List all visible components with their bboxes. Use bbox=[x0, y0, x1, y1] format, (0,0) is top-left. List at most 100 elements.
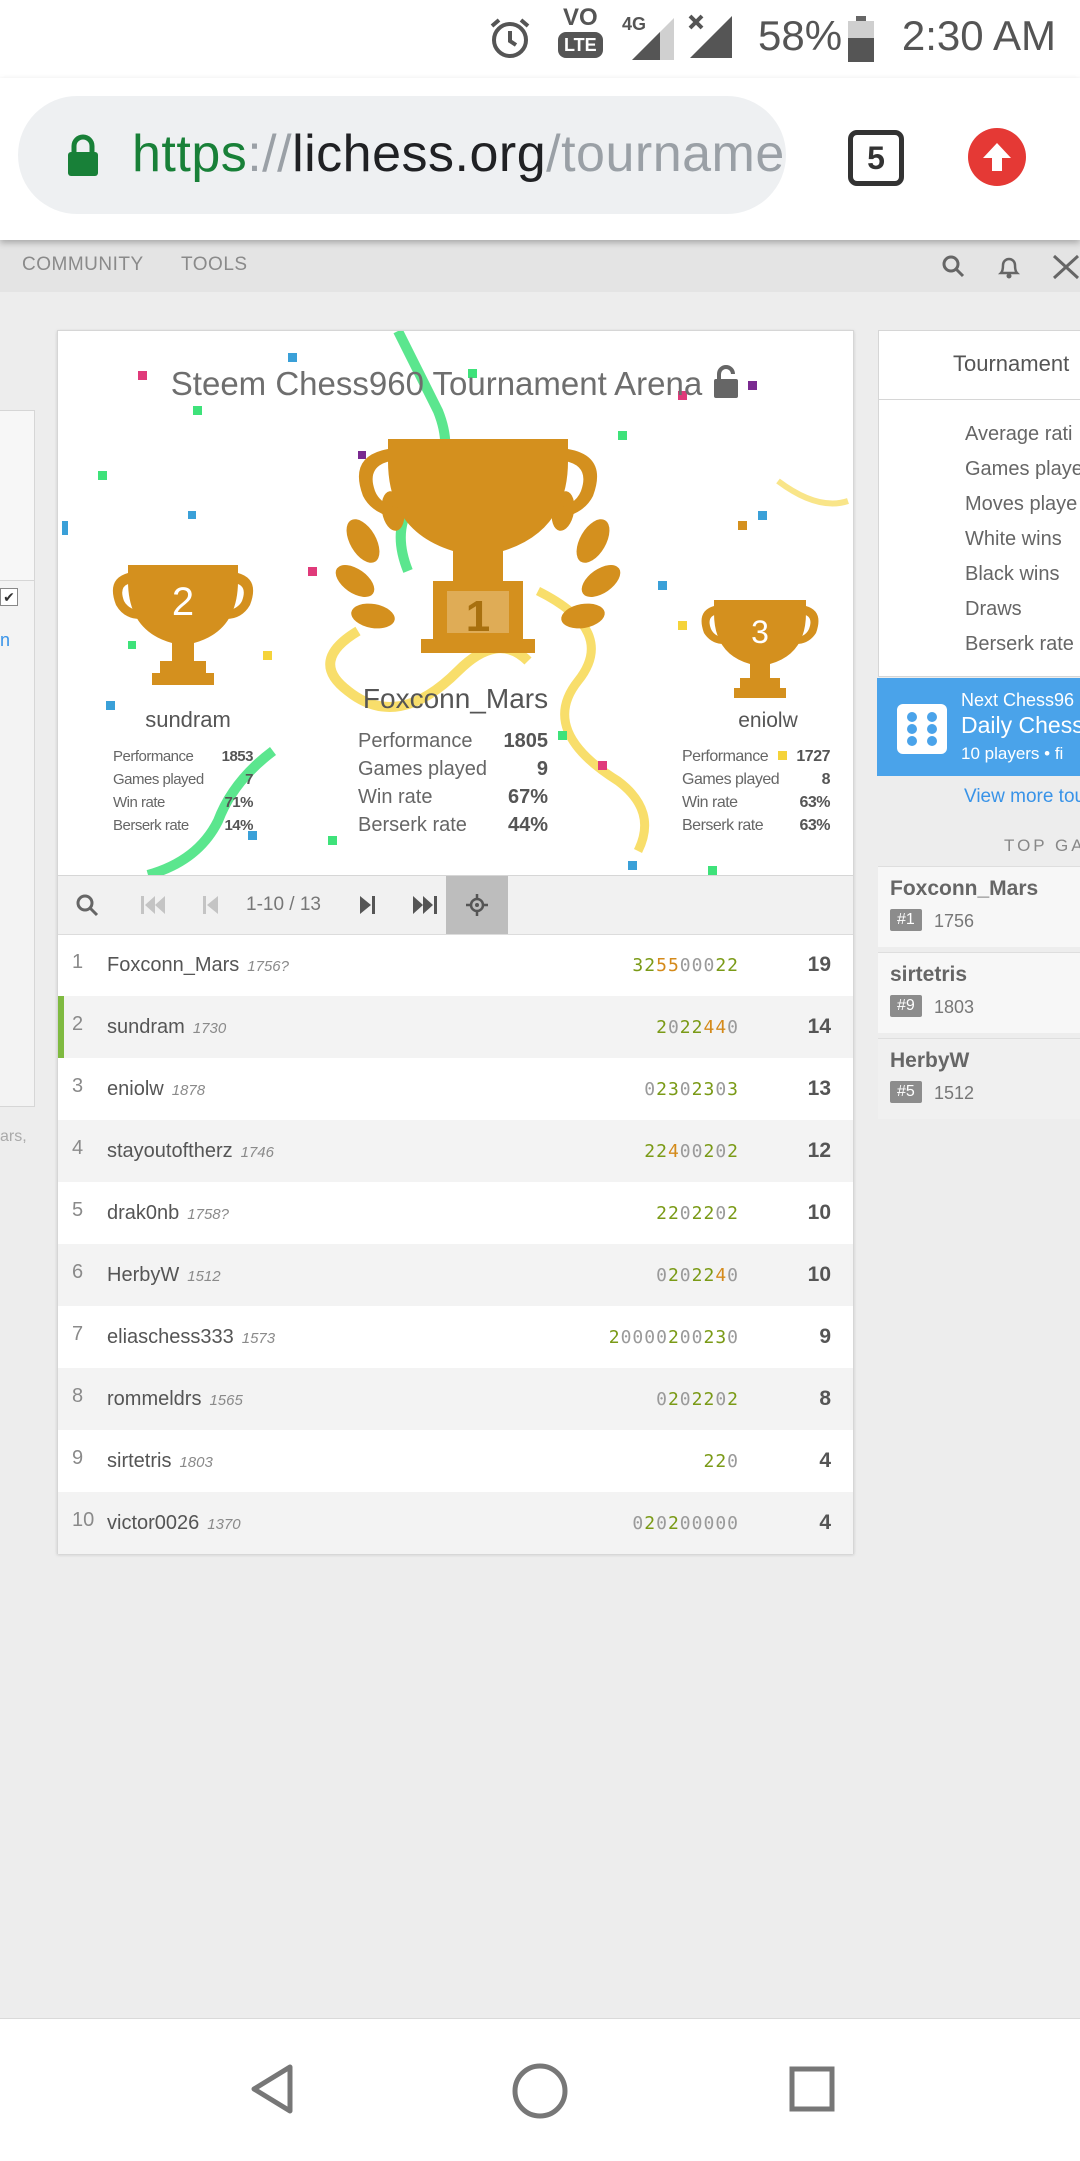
top-game-card[interactable]: Foxconn_Mars #1 1756 bbox=[878, 866, 1080, 947]
jump-to-me-button[interactable] bbox=[446, 876, 508, 934]
table-row[interactable]: 8 rommeldrs 1565 0202202 8 bbox=[58, 1368, 853, 1430]
bell-icon[interactable] bbox=[996, 254, 1022, 280]
podium-first-stats: Performance 1805 Games played 9 Win rate 67… bbox=[358, 730, 548, 836]
battery-percent: 58% bbox=[758, 12, 843, 59]
search-icon[interactable] bbox=[941, 254, 965, 278]
stat-black-wins: Black wins bbox=[965, 563, 1060, 585]
player-name[interactable]: sundram 1730 bbox=[107, 1016, 226, 1039]
player-name[interactable]: rommeldrs 1565 bbox=[107, 1388, 243, 1411]
last-page-button[interactable] bbox=[394, 876, 452, 934]
score-sheet: 020200000 bbox=[632, 1513, 739, 1534]
score-digit: 2 bbox=[691, 1017, 704, 1038]
top-game-card[interactable]: sirtetris #9 1803 bbox=[878, 952, 1080, 1033]
table-row[interactable]: 9 sirtetris 1803 220 4 bbox=[58, 1430, 853, 1492]
previous-page-button[interactable] bbox=[182, 876, 240, 934]
unlocked-icon bbox=[714, 365, 739, 398]
next-page-button[interactable] bbox=[338, 876, 396, 934]
score-digit: 0 bbox=[715, 1389, 728, 1410]
score-digit: 2 bbox=[667, 1265, 680, 1286]
row-rank: 1 bbox=[72, 951, 84, 973]
score-digit: 2 bbox=[691, 1389, 704, 1410]
nav-community[interactable]: COMMUNITY bbox=[22, 254, 144, 276]
nav-tools[interactable]: TOOLS bbox=[181, 254, 248, 276]
score-digit: 0 bbox=[656, 1265, 668, 1286]
score-digit: 0 bbox=[691, 1327, 704, 1348]
player-name[interactable]: victor0026 1370 bbox=[107, 1512, 241, 1535]
table-row[interactable]: 4 stayoutoftherz 1746 22400202 12 bbox=[58, 1120, 853, 1182]
score-digit: 3 bbox=[632, 955, 645, 976]
row-total: 14 bbox=[807, 1015, 831, 1038]
score-digit: 2 bbox=[644, 955, 657, 976]
podium-third-name[interactable]: eniolw bbox=[698, 709, 838, 733]
score-digit: 2 bbox=[667, 1389, 680, 1410]
podium: Steem Chess960 Tournament Arena 1 Foxcon… bbox=[58, 331, 853, 875]
search-standings-button[interactable] bbox=[58, 876, 116, 934]
player-name[interactable]: drak0nb 1758? bbox=[107, 1202, 229, 1225]
stat-average-rating: Average rati bbox=[965, 423, 1073, 445]
score-digit: 2 bbox=[644, 1513, 657, 1534]
stat-draws: Draws bbox=[965, 598, 1022, 620]
back-icon[interactable] bbox=[246, 2061, 298, 2117]
site-nav: COMMUNITY TOOLS bbox=[0, 240, 1080, 292]
player-name[interactable]: Foxconn_Mars 1756? bbox=[107, 954, 289, 977]
stat-white-wins: White wins bbox=[965, 528, 1062, 550]
podium-second-name[interactable]: sundram bbox=[98, 707, 278, 733]
swords-icon[interactable] bbox=[1052, 254, 1080, 280]
left-checkbox[interactable]: ✔ bbox=[0, 588, 18, 606]
score-digit: 0 bbox=[632, 1327, 645, 1348]
chess960-dice-icon bbox=[897, 704, 947, 754]
score-digit: 0 bbox=[715, 1513, 728, 1534]
recents-icon[interactable] bbox=[786, 2061, 838, 2117]
row-total: 8 bbox=[819, 1387, 831, 1410]
score-digit: 0 bbox=[679, 1203, 692, 1224]
left-panel-lower bbox=[0, 580, 35, 1107]
table-row[interactable]: 1 Foxconn_Mars 1756? 325500022 19 bbox=[58, 934, 853, 996]
search-icon bbox=[76, 894, 99, 917]
first-page-button[interactable] bbox=[122, 876, 180, 934]
player-name[interactable]: eniolw 1878 bbox=[107, 1078, 205, 1101]
table-row[interactable]: 2 sundram 1730 2022440 14 bbox=[58, 996, 853, 1058]
trophy-third-icon: 3 bbox=[701, 600, 819, 698]
view-more-tournaments-link[interactable]: View more tou bbox=[964, 786, 1080, 808]
table-row[interactable]: 6 HerbyW 1512 0202240 10 bbox=[58, 1244, 853, 1306]
score-digit: 0 bbox=[727, 1513, 739, 1534]
podium-first-name[interactable]: Foxconn_Mars bbox=[298, 683, 613, 715]
score-digit: 0 bbox=[679, 1513, 692, 1534]
player-name[interactable]: HerbyW 1512 bbox=[107, 1264, 221, 1287]
stat-berserk-rate: Berserk rate bbox=[965, 633, 1074, 655]
score-digit: 2 bbox=[715, 955, 728, 976]
table-row[interactable]: 10 victor0026 1370 020200000 4 bbox=[58, 1492, 853, 1554]
table-row[interactable]: 3 eniolw 1878 02302303 13 bbox=[58, 1058, 853, 1120]
url-bar[interactable]: https://lichess.org/tournamen bbox=[18, 96, 786, 214]
score-digit: 2 bbox=[667, 1203, 680, 1224]
tab-switcher-button[interactable]: 5 bbox=[848, 130, 904, 186]
score-digit: 0 bbox=[703, 1513, 716, 1534]
score-digit: 2 bbox=[703, 1451, 716, 1472]
first-page-icon bbox=[141, 896, 165, 914]
table-row[interactable]: 7 eliaschess333 1573 20000200230 9 bbox=[58, 1306, 853, 1368]
left-link-fragment[interactable]: n bbox=[0, 630, 10, 651]
player-name[interactable]: stayoutoftherz 1746 bbox=[107, 1140, 274, 1163]
update-button[interactable] bbox=[968, 128, 1026, 186]
row-rank: 4 bbox=[72, 1137, 84, 1159]
top-game-card[interactable]: HerbyW #5 1512 bbox=[878, 1038, 1080, 1119]
score-digit: 0 bbox=[715, 1141, 728, 1162]
next-tournament-card[interactable]: Next Chess96 Daily Chess 10 players • fi bbox=[877, 678, 1080, 776]
score-sheet: 0202240 bbox=[656, 1265, 739, 1286]
score-digit: 2 bbox=[644, 1141, 657, 1162]
row-total: 19 bbox=[807, 953, 831, 976]
score-sheet: 2202202 bbox=[656, 1203, 739, 1224]
home-icon[interactable] bbox=[510, 2061, 570, 2121]
status-bar: VO LTE 4G 58% 2:30 AM bbox=[0, 0, 1080, 78]
player-name[interactable]: eliaschess333 1573 bbox=[107, 1326, 275, 1349]
score-digit: 2 bbox=[656, 1079, 668, 1100]
score-digit: 0 bbox=[691, 1141, 704, 1162]
top-game-player: HerbyW bbox=[890, 1049, 970, 1072]
top-game-rating: 1512 bbox=[934, 1083, 975, 1103]
score-digit: 2 bbox=[691, 1265, 704, 1286]
table-row[interactable]: 5 drak0nb 1758? 2202202 10 bbox=[58, 1182, 853, 1244]
score-digit: 2 bbox=[608, 1327, 621, 1348]
score-digit: 0 bbox=[679, 1265, 692, 1286]
player-name[interactable]: sirtetris 1803 bbox=[107, 1450, 213, 1473]
target-icon bbox=[466, 894, 488, 916]
